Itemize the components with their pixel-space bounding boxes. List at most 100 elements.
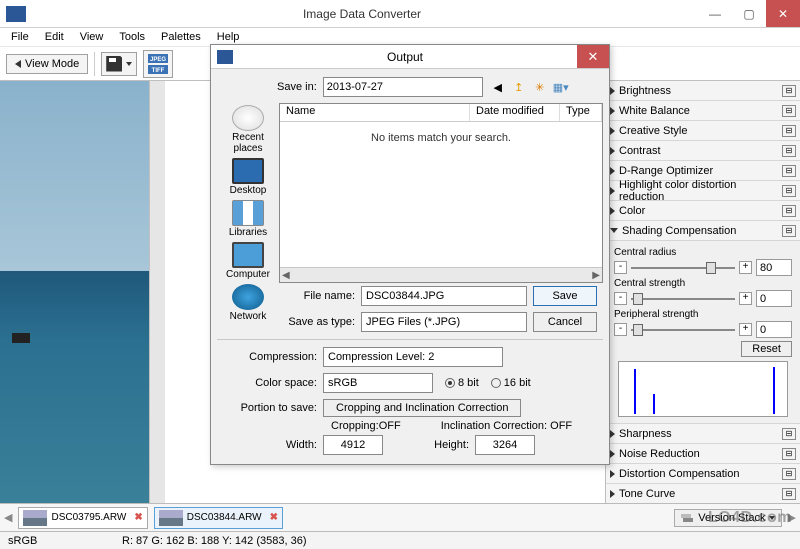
height-field[interactable] bbox=[475, 435, 535, 455]
color-space-dropdown[interactable]: sRGB bbox=[323, 373, 433, 393]
version-stack-button[interactable]: Version Stack bbox=[674, 509, 781, 527]
col-name[interactable]: Name bbox=[280, 104, 470, 121]
dialog-title: Output bbox=[233, 50, 577, 64]
central-radius-plus[interactable]: + bbox=[739, 261, 752, 274]
panel-distortion[interactable]: Distortion Compensation⊟ bbox=[606, 464, 800, 484]
thumb-1-close-icon[interactable]: ✖ bbox=[134, 512, 142, 523]
dialog-close-button[interactable]: ✕ bbox=[577, 45, 609, 68]
compression-label: Compression: bbox=[223, 351, 317, 363]
nav-back-icon[interactable]: ◀ bbox=[489, 78, 507, 96]
save-as-type-label: Save as type: bbox=[285, 316, 355, 328]
image-preview[interactable] bbox=[0, 81, 165, 503]
panel-sharpness[interactable]: Sharpness⊟ bbox=[606, 424, 800, 444]
cropping-button[interactable]: Cropping and Inclination Correction bbox=[323, 399, 521, 417]
jpeg-tiff-icon: JPEG TIFF bbox=[147, 53, 169, 75]
adjustments-panel: Brightness⊟ White Balance⊟ Creative Styl… bbox=[605, 81, 800, 503]
dropdown-arrow-icon bbox=[126, 62, 132, 66]
histogram bbox=[618, 361, 788, 417]
maximize-button[interactable]: ▢ bbox=[732, 0, 766, 27]
svg-text:JPEG: JPEG bbox=[150, 57, 166, 63]
preview-scrollbar[interactable] bbox=[149, 81, 165, 503]
nav-up-icon[interactable]: ↥ bbox=[510, 78, 528, 96]
boat-in-image bbox=[12, 333, 30, 343]
panel-tool-icon[interactable]: ⊟ bbox=[782, 85, 796, 97]
thumb-1[interactable]: DSC03795.ARW✖ bbox=[18, 507, 147, 529]
height-label: Height: bbox=[419, 439, 469, 451]
panel-tone-curve[interactable]: Tone Curve⊟ bbox=[606, 484, 800, 503]
inclination-status: Inclination Correction: OFF bbox=[441, 420, 572, 432]
save-as-type-dropdown[interactable]: JPEG Files (*.JPG) bbox=[361, 312, 527, 332]
col-type[interactable]: Type bbox=[560, 104, 602, 121]
cropping-status: Cropping:OFF bbox=[331, 420, 401, 432]
panel-shading[interactable]: Shading Compensation⊟ bbox=[606, 221, 800, 241]
peripheral-strength-slider[interactable] bbox=[631, 329, 735, 331]
central-strength-plus[interactable]: + bbox=[739, 292, 752, 305]
nav-new-folder-icon[interactable]: ✳ bbox=[531, 78, 549, 96]
peripheral-strength-plus[interactable]: + bbox=[739, 323, 752, 336]
central-radius-label: Central radius bbox=[614, 247, 792, 258]
file-list[interactable]: Name Date modified Type No items match y… bbox=[279, 103, 603, 283]
status-readout: R: 87 G: 162 B: 188 Y: 142 (3583, 36) bbox=[122, 535, 306, 547]
radio-16bit[interactable]: 16 bit bbox=[491, 377, 531, 389]
place-recent[interactable]: Recent places bbox=[217, 105, 279, 154]
minimize-button[interactable]: — bbox=[698, 0, 732, 27]
shading-reset-button[interactable]: Reset bbox=[741, 341, 792, 357]
panel-noise[interactable]: Noise Reduction⊟ bbox=[606, 444, 800, 464]
dialog-save-button[interactable]: Save bbox=[533, 286, 597, 306]
dropdown-arrow-icon bbox=[769, 516, 775, 520]
strip-nav-left[interactable]: ◀ bbox=[4, 511, 12, 524]
save-in-dropdown[interactable]: 2013-07-27 bbox=[323, 77, 483, 97]
color-space-label: Color space: bbox=[223, 377, 317, 389]
places-bar: Recent places Desktop Libraries Computer… bbox=[217, 103, 279, 283]
menu-edit[interactable]: Edit bbox=[38, 29, 71, 45]
central-strength-slider[interactable] bbox=[631, 298, 735, 300]
compression-dropdown[interactable]: Compression Level: 2 bbox=[323, 347, 503, 367]
central-strength-label: Central strength bbox=[614, 278, 792, 289]
peripheral-strength-minus[interactable]: - bbox=[614, 323, 627, 336]
menu-help[interactable]: Help bbox=[210, 29, 247, 45]
menu-tools[interactable]: Tools bbox=[112, 29, 152, 45]
nav-view-icon[interactable]: ▦▾ bbox=[552, 78, 570, 96]
svg-text:TIFF: TIFF bbox=[152, 68, 165, 74]
panel-highlight[interactable]: Highlight color distortion reduction⊟ bbox=[606, 181, 800, 201]
central-radius-minus[interactable]: - bbox=[614, 261, 627, 274]
save-button[interactable] bbox=[101, 52, 137, 76]
save-in-label: Save in: bbox=[277, 81, 317, 93]
thumb-2[interactable]: DSC03844.ARW✖ bbox=[154, 507, 283, 529]
menu-view[interactable]: View bbox=[73, 29, 111, 45]
app-icon bbox=[6, 6, 26, 22]
peripheral-strength-value[interactable] bbox=[756, 321, 792, 338]
peripheral-strength-label: Peripheral strength bbox=[614, 309, 792, 320]
place-network[interactable]: Network bbox=[230, 284, 267, 322]
dialog-icon bbox=[217, 50, 233, 64]
shading-body: Central radius - + Central strength - + … bbox=[606, 241, 800, 424]
place-computer[interactable]: Computer bbox=[226, 242, 270, 280]
view-mode-button[interactable]: View Mode bbox=[6, 54, 88, 74]
jpeg-tiff-button[interactable]: JPEG TIFF bbox=[143, 50, 173, 78]
menu-palettes[interactable]: Palettes bbox=[154, 29, 208, 45]
central-radius-slider[interactable] bbox=[631, 267, 735, 269]
panel-color[interactable]: Color⊟ bbox=[606, 201, 800, 221]
panel-white-balance[interactable]: White Balance⊟ bbox=[606, 101, 800, 121]
width-field[interactable] bbox=[323, 435, 383, 455]
strip-nav-right[interactable]: ▶ bbox=[788, 511, 796, 524]
thumb-2-close-icon[interactable]: ✖ bbox=[270, 512, 278, 523]
radio-8bit[interactable]: 8 bit bbox=[445, 377, 479, 389]
panel-brightness[interactable]: Brightness⊟ bbox=[606, 81, 800, 101]
col-date[interactable]: Date modified bbox=[470, 104, 560, 121]
close-button[interactable]: ✕ bbox=[766, 0, 800, 27]
menu-file[interactable]: File bbox=[4, 29, 36, 45]
panel-creative-style[interactable]: Creative Style⊟ bbox=[606, 121, 800, 141]
dialog-cancel-button[interactable]: Cancel bbox=[533, 312, 597, 332]
central-radius-value[interactable] bbox=[756, 259, 792, 276]
app-title: Image Data Converter bbox=[26, 7, 698, 21]
file-name-field[interactable]: DSC03844.JPG bbox=[361, 286, 527, 306]
status-bar: sRGB R: 87 G: 162 B: 188 Y: 142 (3583, 3… bbox=[0, 531, 800, 549]
central-strength-minus[interactable]: - bbox=[614, 292, 627, 305]
panel-contrast[interactable]: Contrast⊟ bbox=[606, 141, 800, 161]
place-desktop[interactable]: Desktop bbox=[230, 158, 267, 196]
back-arrow-icon bbox=[15, 60, 21, 68]
central-strength-value[interactable] bbox=[756, 290, 792, 307]
file-list-scrollbar[interactable]: ◀▶ bbox=[280, 267, 602, 282]
place-libraries[interactable]: Libraries bbox=[229, 200, 267, 238]
